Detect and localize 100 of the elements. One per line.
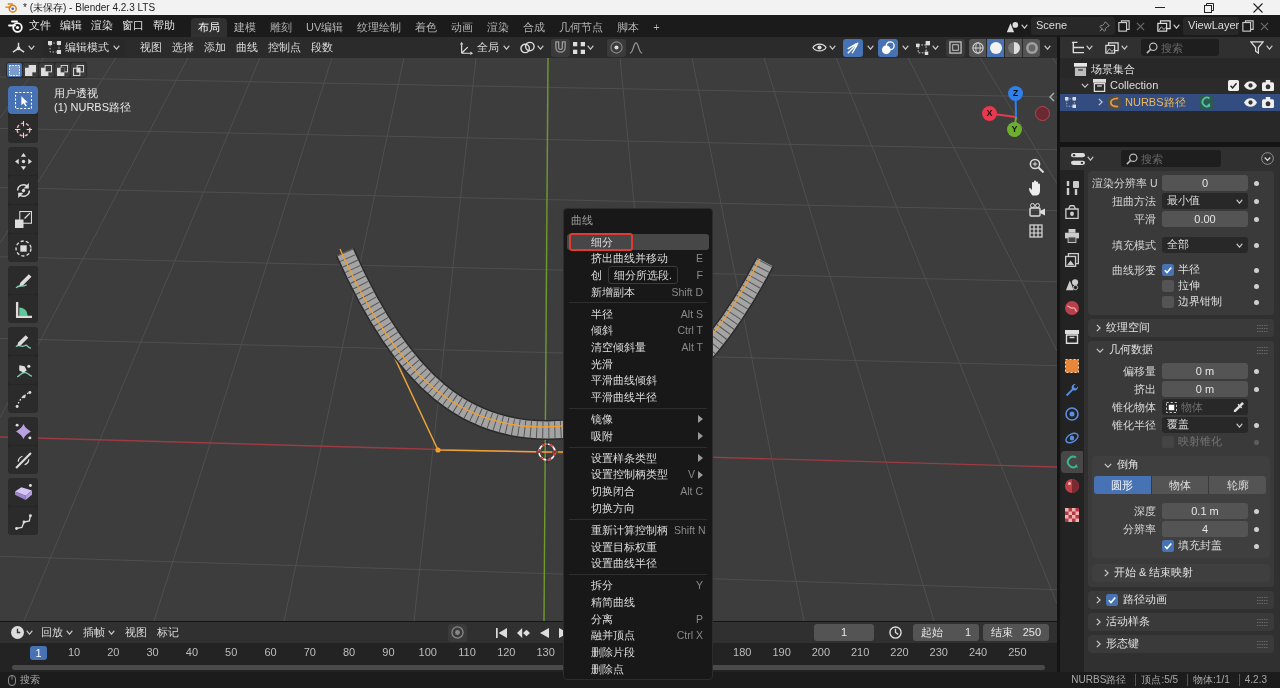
menu-item[interactable]: 插帧 [78,625,120,640]
new-scene-button[interactable] [1115,17,1133,35]
current-frame-field[interactable]: 1 [814,624,874,641]
workspace-tab[interactable]: 雕刻 [263,18,299,37]
chevron-down-icon[interactable] [1096,347,1104,353]
number-field[interactable]: 4 [1162,521,1248,537]
end-frame-field[interactable]: 结束 250 [983,624,1049,641]
keyframe-dot-icon[interactable] [1254,543,1259,549]
chevron-right-icon[interactable] [1104,569,1109,577]
camera-icon[interactable] [1262,80,1274,92]
keyframe-dot-icon[interactable] [1254,422,1259,428]
tool-button[interactable] [8,295,38,323]
menu-item[interactable]: 选择 [167,40,199,55]
tool-button[interactable] [8,417,38,445]
number-field[interactable]: 0 m [1162,381,1248,397]
select-mode-button[interactable] [55,63,70,77]
panel-title[interactable]: 几何数据 [1109,343,1153,357]
menu-item[interactable]: 曲线 [231,40,263,55]
shading-button[interactable] [1005,38,1022,57]
eye-icon[interactable] [1244,97,1257,107]
grid-icon[interactable] [1029,224,1043,238]
tool-button[interactable] [8,356,38,384]
chevron-right-icon[interactable] [1097,98,1103,107]
edit-mode-icon[interactable] [1064,96,1076,108]
workspace-tab[interactable]: 几何节点 [552,18,611,37]
keyframe-dot-icon[interactable] [1254,386,1259,392]
axis-handle[interactable]: Y [1007,122,1022,137]
checkbox[interactable] [1162,264,1174,276]
keyframe-dot-icon[interactable] [1254,198,1259,204]
chevron-down-icon[interactable] [1104,462,1112,468]
add-workspace-button[interactable]: + [646,18,667,37]
current-frame-marker[interactable]: 1 [30,646,47,660]
drag-handle-icon[interactable] [1257,596,1268,604]
options-icon[interactable] [1261,152,1274,165]
tool-button[interactable] [8,327,38,355]
menu-item[interactable]: 标记 [152,625,184,640]
workspace-tab[interactable]: 纹理绘制 [350,18,409,37]
logo-icon[interactable] [8,19,24,33]
tool-button[interactable] [8,147,38,175]
new-view-layer-button[interactable] [1239,17,1257,35]
filter-button[interactable] [1247,38,1276,57]
panel-title[interactable]: 纹理空间 [1106,321,1150,335]
menu-item[interactable]: 帮助 [148,19,179,33]
camera-icon[interactable] [1029,203,1045,217]
outliner-item-name[interactable]: 场景集合 [1091,62,1135,76]
tool-button[interactable] [8,86,38,114]
outliner-row[interactable]: 场景集合 [1060,61,1280,78]
shading-button[interactable] [987,38,1004,57]
menu-item[interactable]: 设置曲线半径 [567,555,709,572]
panel-title[interactable]: 形态键 [1106,637,1139,651]
panel-title[interactable]: 路径动画 [1123,593,1167,607]
drag-handle-icon[interactable] [1257,324,1268,332]
menu-item[interactable]: 段数 [306,40,338,55]
select-mode-button[interactable] [7,63,22,77]
workspace-tab[interactable]: 合成 [516,18,553,37]
keyframe-dot-icon[interactable] [1254,299,1259,305]
pin-icon[interactable] [1099,20,1110,32]
menu-item[interactable]: 细分 [567,233,709,251]
view-layer-field[interactable]: ViewLayer [1183,17,1239,35]
outliner-row[interactable]: NURBS路径 [1060,94,1280,111]
curve-data-icon[interactable] [1199,95,1213,110]
tool-button[interactable] [8,446,38,474]
tool-button[interactable] [8,176,38,204]
keyframe-dot-icon[interactable] [1254,368,1259,374]
number-field[interactable]: 0.1 m [1162,503,1248,519]
collection-box-icon[interactable] [1093,79,1106,93]
number-field[interactable]: 0 m [1162,363,1248,379]
panel-title[interactable]: 活动样条 [1106,615,1150,629]
number-field[interactable]: 0.00 [1162,211,1248,227]
chevron-down-icon[interactable] [1081,83,1089,89]
shading-button[interactable] [1023,38,1040,57]
workspace-tab[interactable]: 脚本 [610,18,647,37]
workspace-tab[interactable]: 动画 [444,18,481,37]
scene-field[interactable]: Scene [1031,17,1115,35]
menu-item[interactable]: 融并顶点 Ctrl X [567,627,709,644]
workspace-tab[interactable]: 渲染 [480,18,517,37]
tool-button[interactable] [8,234,38,262]
workspace-tab[interactable]: UV编辑 [299,18,351,37]
start-frame-field[interactable]: 起始 1 [913,624,979,641]
eye-icon[interactable] [1244,81,1257,91]
mode-dropdown[interactable]: 编辑模式 [43,38,125,57]
tool-button[interactable] [8,115,38,143]
axis-handle[interactable]: X [982,106,997,121]
segment-option[interactable]: 物体 [1150,476,1209,494]
axis-handle-icon[interactable] [1035,106,1050,121]
checkbox[interactable] [1228,80,1239,92]
hand-icon[interactable] [1029,180,1043,196]
keyframe-dot-icon[interactable] [1254,526,1259,532]
menu-item[interactable]: 编辑 [55,19,86,33]
chevron-right-icon[interactable] [1096,640,1101,648]
chevron-right-icon[interactable] [1096,618,1101,626]
editor-type-button[interactable] [8,623,36,642]
workspace-tab[interactable]: 着色 [408,18,445,37]
outliner-item-name[interactable]: Collection [1110,79,1159,93]
chevron-right-icon[interactable] [1096,324,1101,332]
checkbox[interactable] [1162,280,1174,292]
auto-keying-toggle[interactable] [448,623,467,642]
camera-icon[interactable] [1262,96,1274,108]
proportional-edit-toggle[interactable] [607,38,626,57]
xray-toggle[interactable] [946,38,965,57]
